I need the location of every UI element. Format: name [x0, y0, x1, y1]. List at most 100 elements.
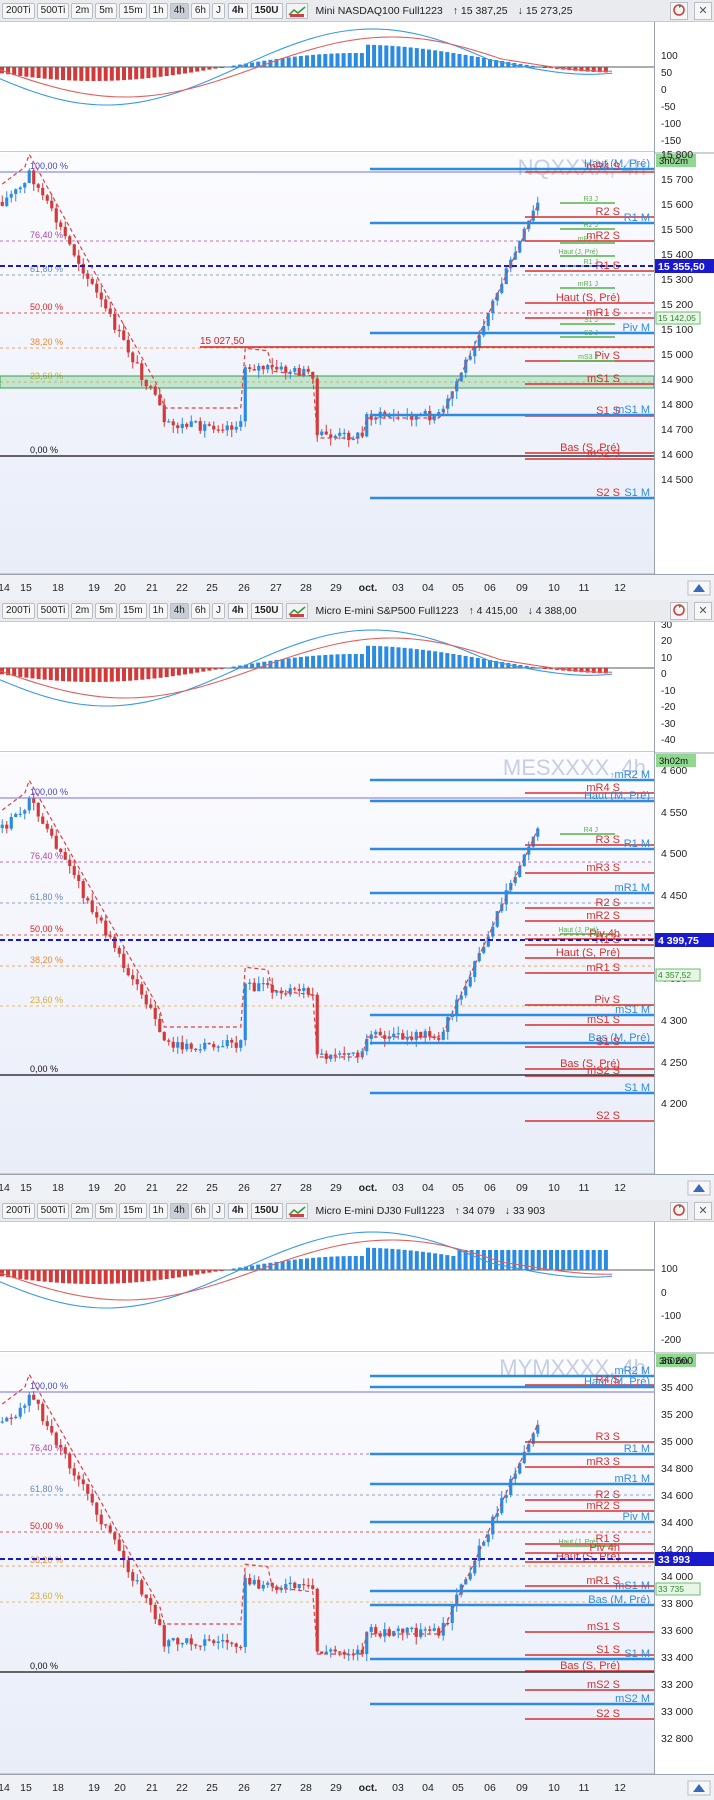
macd-oscillator [0, 1222, 654, 1352]
histogram-bar [359, 53, 364, 67]
candle [239, 1644, 243, 1651]
candle [441, 1617, 445, 1641]
time-axis-tick: 22 [176, 582, 188, 594]
period-dropdown[interactable]: 4h [227, 602, 248, 619]
timeframe-button[interactable]: J [211, 2, 225, 19]
histogram-bar [292, 1259, 297, 1270]
timeframe-button[interactable]: 500Ti [36, 2, 70, 19]
histogram-bar [427, 650, 431, 668]
chart-style-icon[interactable] [285, 1202, 308, 1219]
histogram-bar [536, 1250, 541, 1270]
sync-icon[interactable] [670, 1202, 688, 1220]
units-dropdown[interactable]: 150U [250, 602, 283, 619]
pivot-label: R3 S [596, 1431, 620, 1443]
timeframe-button[interactable]: 200Ti [2, 1202, 35, 1219]
candle [86, 1483, 90, 1501]
units-dropdown[interactable]: 150U [250, 2, 283, 19]
histogram-bar [305, 656, 309, 668]
price-axis[interactable]: 100 50 0 -50 -100 -150 3h02m 15 800 15 700 15 600… [654, 22, 714, 574]
candle [221, 1633, 225, 1649]
price-axis-tick: 33 000 [661, 1706, 693, 1718]
histogram-bar [341, 53, 346, 67]
candle [167, 1638, 171, 1654]
close-icon[interactable]: ✕ [694, 602, 712, 620]
timeframe-button[interactable]: 5m [95, 1202, 118, 1219]
timeframe-button[interactable]: 500Ti [36, 602, 70, 619]
timeframe-button[interactable]: 2m [71, 2, 94, 19]
timeframe-button[interactable]: J [211, 1202, 225, 1219]
sync-icon[interactable] [670, 602, 688, 620]
timeframe-button[interactable]: 1h [148, 1202, 168, 1219]
time-axis[interactable]: 14 15 18 19 20 21 22 25 26 27 28 29 oct. 03 04 05 06 09 10… [0, 1774, 714, 1800]
histogram-bar [311, 655, 316, 668]
histogram-bar [323, 1256, 328, 1270]
timeframe-button[interactable]: 5m [95, 602, 118, 619]
pivot-label: mR4 S [586, 161, 620, 173]
chart-style-icon[interactable] [285, 2, 308, 19]
time-axis-tick: 26 [238, 1182, 250, 1194]
histogram-bar [414, 48, 419, 67]
price-axis[interactable]: 100 0 -100 -200 3h02m 35 600 35 400 35 200 35 00… [654, 1222, 714, 1774]
timeframe-button[interactable]: 200Ti [2, 602, 35, 619]
price-axis[interactable]: 30 20 10 0 -10 -20 -30 -40 3h02m 4 600 4 550 4 500 4… [654, 620, 714, 1174]
candle [473, 341, 477, 364]
close-icon[interactable]: ✕ [694, 2, 712, 20]
histogram-bar [195, 1270, 200, 1275]
timeframe-button[interactable]: 15m [119, 2, 147, 19]
candle [59, 219, 63, 231]
time-axis[interactable]: 14 15 18 19 20 21 22 25 26 27 28 29 oct. 03 04 05 06 09 10… [0, 574, 714, 600]
timeframe-button[interactable]: 5m [95, 2, 118, 19]
sync-icon[interactable] [670, 2, 688, 20]
candle [419, 1623, 423, 1640]
period-dropdown[interactable]: 4h [227, 2, 248, 19]
period-dropdown[interactable]: 4h [227, 1202, 248, 1219]
pivot-label: R4 J [584, 827, 598, 834]
price-axis-tick: 15 300 [661, 274, 693, 286]
timeframe-button[interactable]: 200Ti [2, 2, 35, 19]
time-axis-tick: 10 [548, 582, 560, 594]
timeframe-button[interactable]: 500Ti [36, 1202, 70, 1219]
timeframe-button[interactable]: 4h [169, 1202, 189, 1219]
close-icon[interactable]: ✕ [694, 1202, 712, 1220]
timeframe-button[interactable]: 1h [148, 2, 168, 19]
zone-band[interactable] [0, 375, 655, 389]
candle [495, 1506, 499, 1523]
timeframe-button[interactable]: J [211, 602, 225, 619]
price-axis-tick: 4 200 [661, 1098, 687, 1110]
timeframe-button[interactable]: 6h [190, 2, 210, 19]
instrument-name[interactable]: Micro E-mini DJ30 Full1223 [316, 1205, 445, 1217]
histogram-bar [36, 668, 41, 680]
timeframe-button[interactable]: 2m [71, 602, 94, 619]
time-axis-tick: 25 [206, 1782, 218, 1794]
histogram-bar [103, 1270, 108, 1284]
timeframe-button[interactable]: 15m [119, 602, 147, 619]
timeframe-button[interactable]: 6h [190, 1202, 210, 1219]
pivot-label: R1 M [624, 1443, 650, 1455]
histogram-bar [402, 1249, 407, 1270]
timeframe-button[interactable]: 4h [169, 2, 189, 19]
histogram-bar [134, 668, 139, 681]
timeframe-button[interactable]: 2m [71, 1202, 94, 1219]
instrument-name[interactable]: Mini NASDAQ100 Full1223 [316, 5, 443, 17]
timeframe-button[interactable]: 4h [169, 602, 189, 619]
timeframe-button[interactable]: 15m [119, 1202, 147, 1219]
candle [194, 1643, 198, 1649]
candle [257, 976, 261, 992]
pivot-label: mS1 S [587, 373, 620, 385]
timeframe-button[interactable]: 6h [190, 602, 210, 619]
pivot-label: mS2 M [615, 1693, 650, 1705]
histogram-bar [103, 67, 108, 81]
price-axis-tick: 35 000 [661, 1436, 693, 1448]
fib-level-label: 100,00 % [30, 161, 68, 171]
candle [432, 415, 436, 424]
units-dropdown[interactable]: 150U [250, 1202, 283, 1219]
histogram-bar [427, 1252, 431, 1270]
histogram-bar [579, 1250, 584, 1270]
chart-toolbar: 200Ti 500Ti 2m 5m 15m 1h 4h 6h J 4h 150U Micro E-mi… [0, 1200, 714, 1222]
timeframe-button[interactable]: 1h [148, 602, 168, 619]
histogram-bar [115, 67, 120, 81]
instrument-name[interactable]: Micro E-mini S&P500 Full1223 [316, 605, 459, 617]
chart-style-icon[interactable] [285, 602, 308, 619]
time-axis[interactable]: 14 15 18 19 20 21 22 25 26 27 28 29 oct. 03 04 05 06 09 10… [0, 1174, 714, 1200]
pivot-label: R2 S [596, 206, 620, 218]
